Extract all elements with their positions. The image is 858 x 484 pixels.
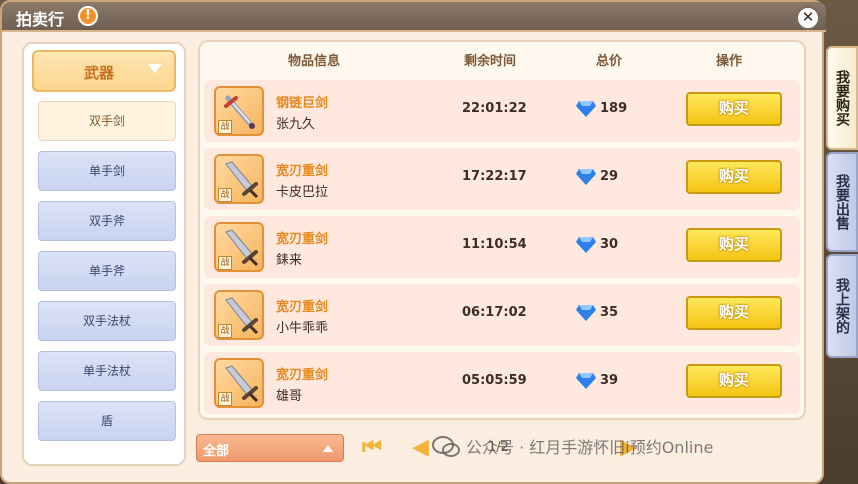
- seller-name: 卡皮巴拉: [276, 185, 329, 200]
- close-button[interactable]: ✕: [796, 6, 820, 30]
- header-action: 操作: [716, 54, 743, 69]
- item-name: 钢链巨剑: [276, 96, 329, 111]
- header-total-price: 总价: [596, 54, 623, 69]
- seller-name: 小牛乖乖: [276, 321, 329, 336]
- category-dropdown[interactable]: 武器: [32, 50, 176, 92]
- buy-button[interactable]: 购买: [686, 296, 782, 330]
- class-badge: 战: [218, 120, 232, 134]
- diamond-icon: [576, 237, 596, 253]
- broadsword-icon[interactable]: 战: [214, 290, 264, 340]
- wechat-icon: [432, 436, 460, 457]
- price-value: 35: [600, 305, 619, 320]
- category-item[interactable]: 双手法杖: [38, 301, 176, 341]
- broadsword-icon[interactable]: 战: [214, 222, 264, 272]
- buy-button[interactable]: 购买: [686, 228, 782, 262]
- broadsword-icon[interactable]: 战: [214, 154, 264, 204]
- price-value: 30: [600, 237, 619, 252]
- price-value: 189: [600, 101, 628, 116]
- buy-button[interactable]: 购买: [686, 364, 782, 398]
- filter-dropdown[interactable]: 全部: [196, 434, 344, 462]
- category-item[interactable]: 双手斧: [38, 201, 176, 241]
- header-time-left: 剩余时间: [464, 54, 517, 69]
- seller-name: 张九久: [276, 117, 316, 132]
- watermark-text: 公众号 · 红月手游怀旧i预约Online: [466, 438, 714, 457]
- category-item[interactable]: 双手剑: [38, 101, 176, 141]
- category-item[interactable]: 单手斧: [38, 251, 176, 291]
- category-item[interactable]: 单手剑: [38, 151, 176, 191]
- tab-buy[interactable]: 我要购买: [826, 46, 858, 150]
- category-item[interactable]: 盾: [38, 401, 176, 441]
- seller-name: 雄哥: [276, 389, 303, 404]
- buy-button[interactable]: 购买: [686, 160, 782, 194]
- diamond-icon: [576, 373, 596, 389]
- diamond-icon: [576, 305, 596, 321]
- item-name: 宽刃重剑: [276, 232, 329, 247]
- price-value: 29: [600, 169, 619, 184]
- chevron-up-icon: [323, 445, 333, 452]
- filter-label: 全部: [203, 444, 230, 459]
- time-left: 22:01:22: [462, 101, 527, 116]
- listing-row[interactable]: 战 宽刃重剑 卡皮巴拉 17:22:17 29 购买: [204, 148, 800, 210]
- diamond-icon: [576, 169, 596, 185]
- time-left: 06:17:02: [462, 305, 527, 320]
- header-item-info: 物品信息: [288, 54, 341, 69]
- tab-sell[interactable]: 我要出售: [826, 152, 858, 252]
- class-badge: 战: [218, 188, 232, 202]
- chain-greatsword-icon[interactable]: 战: [214, 86, 264, 136]
- first-page-button[interactable]: ⏮: [362, 436, 382, 460]
- help-icon[interactable]: !: [78, 6, 98, 26]
- category-item[interactable]: 单手法杖: [38, 351, 176, 391]
- item-name: 宽刃重剑: [276, 164, 329, 179]
- window-title: 拍卖行: [16, 10, 65, 29]
- prev-page-button[interactable]: ◀: [412, 436, 429, 460]
- listing-header: 物品信息 剩余时间 总价 操作: [198, 42, 806, 74]
- listing-row[interactable]: 战 宽刃重剑 小牛乖乖 06:17:02 35 购买: [204, 284, 800, 346]
- chevron-down-icon: [148, 64, 162, 73]
- broadsword-icon[interactable]: 战: [214, 358, 264, 408]
- diamond-icon: [576, 101, 596, 117]
- time-left: 17:22:17: [462, 169, 527, 184]
- listing-row[interactable]: 战 宽刃重剑 銇来 11:10:54 30 购买: [204, 216, 800, 278]
- class-badge: 战: [218, 256, 232, 270]
- item-name: 宽刃重剑: [276, 368, 329, 383]
- seller-name: 銇来: [276, 253, 303, 268]
- price-value: 39: [600, 373, 619, 388]
- title-bar: 拍卖行 ! ✕: [2, 2, 826, 32]
- category-dropdown-label: 武器: [84, 64, 115, 82]
- buy-button[interactable]: 购买: [686, 92, 782, 126]
- time-left: 11:10:54: [462, 237, 527, 252]
- listing-row[interactable]: 战 钢链巨剑 张九久 22:01:22 189 购买: [204, 80, 800, 142]
- listing-row[interactable]: 战 宽刃重剑 雄哥 05:05:59 39 购买: [204, 352, 800, 414]
- tab-my-listings[interactable]: 我上架的: [826, 254, 858, 358]
- class-badge: 战: [218, 392, 232, 406]
- class-badge: 战: [218, 324, 232, 338]
- item-name: 宽刃重剑: [276, 300, 329, 315]
- time-left: 05:05:59: [462, 373, 527, 388]
